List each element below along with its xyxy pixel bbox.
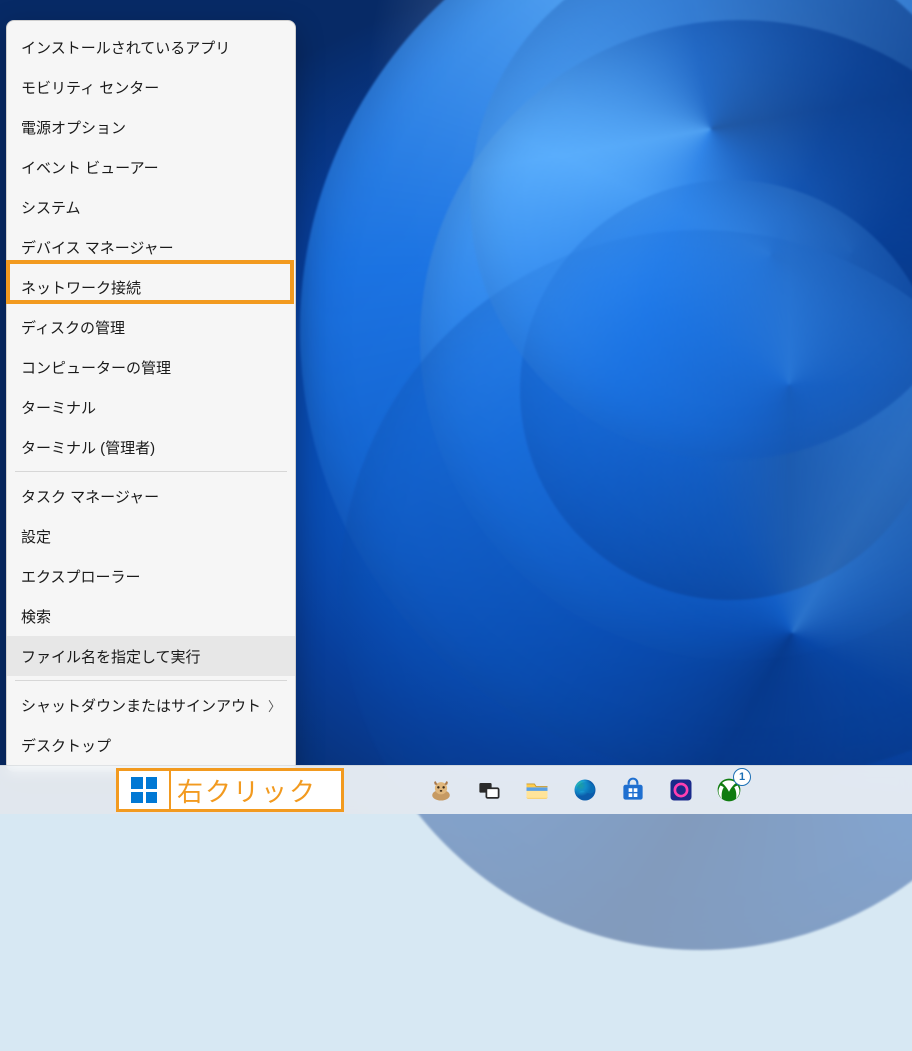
menu-item-disk-management[interactable]: ディスクの管理 (7, 307, 295, 347)
menu-item-label: コンピューターの管理 (21, 357, 171, 378)
menu-item-terminal[interactable]: ターミナル (7, 387, 295, 427)
menu-item-label: ファイル名を指定して実行 (21, 646, 201, 667)
menu-item-task-manager[interactable]: タスク マネージャー (7, 476, 295, 516)
menu-item-mobility-center[interactable]: モビリティ センター (7, 67, 295, 107)
menu-item-shutdown-signout[interactable]: シャットダウンまたはサインアウト 〉 (7, 685, 295, 725)
badge: 1 (733, 768, 751, 786)
chevron-right-icon: 〉 (268, 696, 281, 715)
taskbar-edge-icon[interactable] (565, 770, 605, 810)
menu-item-label: ディスクの管理 (21, 317, 125, 338)
menu-item-label: 設定 (21, 526, 51, 547)
menu-item-network-connections[interactable]: ネットワーク接続 (7, 267, 295, 307)
taskbar-search-companion-icon[interactable] (421, 770, 461, 810)
menu-item-label: ネットワーク接続 (21, 277, 141, 298)
menu-item-file-explorer[interactable]: エクスプローラー (7, 556, 295, 596)
menu-item-label: タスク マネージャー (21, 486, 159, 507)
menu-item-terminal-admin[interactable]: ターミナル (管理者) (7, 427, 295, 467)
menu-item-label: 電源オプション (21, 117, 126, 138)
annotation-label: 右クリック (171, 772, 341, 809)
menu-item-label: モビリティ センター (21, 77, 159, 98)
windows-logo-icon (131, 777, 157, 803)
annotation-start-rightclick: 右クリック (116, 768, 344, 812)
menu-item-label: シャットダウンまたはサインアウト (21, 695, 261, 716)
menu-item-label: デスクトップ (21, 735, 111, 756)
menu-item-system[interactable]: システム (7, 187, 295, 227)
menu-item-device-manager[interactable]: デバイス マネージャー (7, 227, 295, 267)
taskbar-microsoft-store-icon[interactable] (613, 770, 653, 810)
menu-item-label: イベント ビューアー (21, 157, 159, 178)
taskbar-xbox-icon[interactable]: 1 (709, 770, 749, 810)
taskbar-file-explorer-icon[interactable] (517, 770, 557, 810)
menu-item-computer-management[interactable]: コンピューターの管理 (7, 347, 295, 387)
menu-item-label: インストールされているアプリ (21, 37, 230, 58)
menu-item-label: システム (21, 197, 81, 218)
menu-item-search[interactable]: 検索 (7, 596, 295, 636)
menu-item-desktop[interactable]: デスクトップ (7, 725, 295, 765)
menu-item-run[interactable]: ファイル名を指定して実行 (7, 636, 295, 676)
menu-item-power-options[interactable]: 電源オプション (7, 107, 295, 147)
menu-separator (15, 680, 287, 681)
menu-item-installed-apps[interactable]: インストールされているアプリ (7, 27, 295, 67)
menu-item-label: ターミナル (管理者) (21, 437, 155, 458)
menu-item-label: ターミナル (21, 397, 96, 418)
taskbar-start-button[interactable] (119, 770, 171, 810)
menu-item-label: 検索 (21, 606, 51, 627)
taskbar-app-icon[interactable] (661, 770, 701, 810)
menu-separator (15, 471, 287, 472)
taskbar-task-view-icon[interactable] (469, 770, 509, 810)
menu-item-label: エクスプローラー (21, 566, 141, 587)
menu-item-label: デバイス マネージャー (21, 237, 174, 258)
menu-item-settings[interactable]: 設定 (7, 516, 295, 556)
winx-context-menu: インストールされているアプリ モビリティ センター 電源オプション イベント ビ… (6, 20, 296, 772)
menu-item-event-viewer[interactable]: イベント ビューアー (7, 147, 295, 187)
